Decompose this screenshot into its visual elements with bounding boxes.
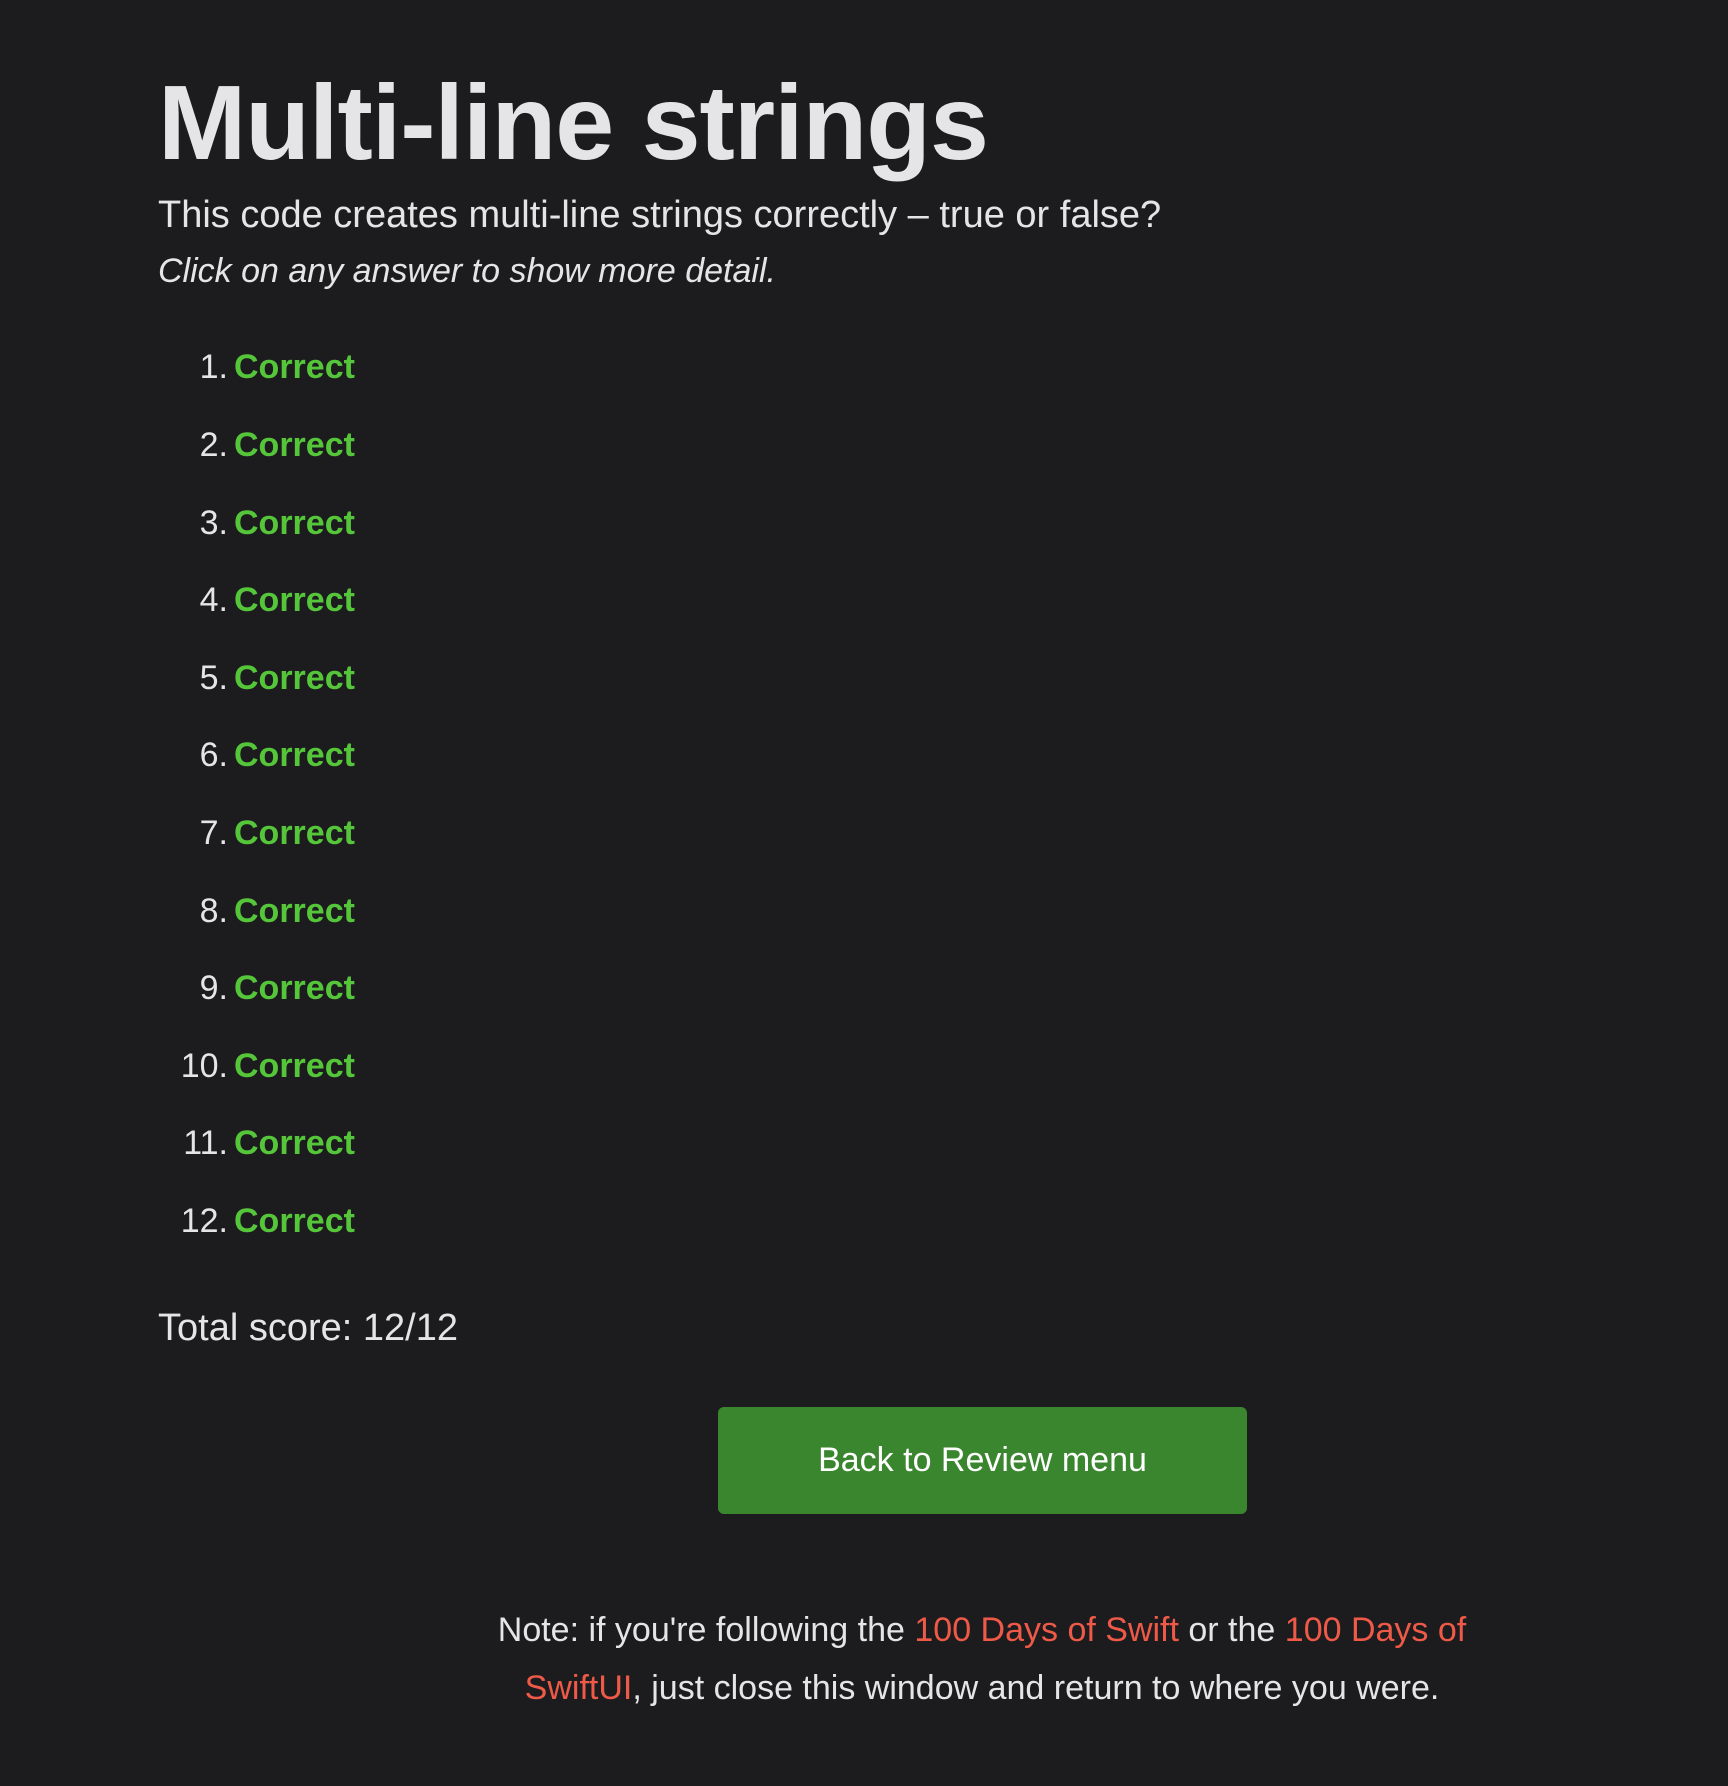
quiz-review-page: Multi-line strings This code creates mul… — [158, 60, 1570, 1356]
note-middle: or the — [1178, 1611, 1285, 1649]
answer-result-link[interactable]: Correct — [234, 581, 355, 620]
answer-result-link[interactable]: Correct — [234, 348, 355, 387]
answer-item: 2. Correct — [158, 407, 1570, 485]
answer-result-link[interactable]: Correct — [234, 892, 355, 931]
answer-number: 4. — [199, 581, 228, 620]
footer-note: Note: if you're following the 100 Days o… — [450, 1601, 1514, 1717]
answer-number: 1. — [199, 348, 228, 387]
answer-item: 6. Correct — [158, 717, 1570, 795]
answer-number: 7. — [199, 814, 228, 853]
note-suffix: , just close this window and return to w… — [632, 1669, 1440, 1707]
answer-result-link[interactable]: Correct — [234, 1202, 355, 1241]
note-prefix: Note: if you're following the — [497, 1611, 915, 1649]
answer-item: 11. Correct — [158, 1105, 1570, 1183]
answer-number: 8. — [199, 891, 228, 930]
answer-number: 6. — [199, 736, 228, 775]
answer-result-link[interactable]: Correct — [234, 504, 355, 543]
answer-result-link[interactable]: Correct — [234, 426, 355, 465]
page-title: Multi-line strings — [158, 64, 989, 182]
answer-item: 4. Correct — [158, 562, 1570, 640]
answer-item: 1. Correct — [158, 329, 1570, 407]
answer-item: 12. Correct — [158, 1183, 1570, 1261]
answer-result-link[interactable]: Correct — [234, 1047, 355, 1086]
answer-number: 3. — [199, 503, 228, 542]
answer-item: 8. Correct — [158, 872, 1570, 950]
answer-result-link[interactable]: Correct — [234, 1124, 355, 1163]
answer-item: 5. Correct — [158, 640, 1570, 718]
answer-result-link[interactable]: Correct — [234, 814, 355, 853]
answer-number: 9. — [199, 969, 228, 1008]
100-days-of-swift-link[interactable]: 100 Days of Swift — [914, 1611, 1179, 1649]
back-button-container: Back to Review menu — [718, 1407, 1247, 1514]
back-to-review-menu-button[interactable]: Back to Review menu — [718, 1407, 1247, 1514]
answer-item: 10. Correct — [158, 1028, 1570, 1106]
total-score: Total score: 12/12 — [158, 1307, 458, 1350]
answer-list: 1. Correct 2. Correct 3. Correct 4. Corr… — [158, 329, 1570, 1260]
answer-result-link[interactable]: Correct — [234, 969, 355, 1008]
answer-item: 3. Correct — [158, 484, 1570, 562]
answer-item: 7. Correct — [158, 795, 1570, 873]
answer-item: 9. Correct — [158, 950, 1570, 1028]
answer-number: 10. — [180, 1046, 228, 1085]
answer-result-link[interactable]: Correct — [234, 736, 355, 775]
answer-number: 11. — [183, 1124, 228, 1163]
answer-result-link[interactable]: Correct — [234, 659, 355, 698]
hint-text: Click on any answer to show more detail. — [158, 252, 776, 291]
question-text: This code creates multi-line strings cor… — [158, 194, 1162, 237]
answer-number: 5. — [199, 658, 228, 697]
answer-number: 2. — [199, 426, 228, 465]
answer-number: 12. — [180, 1202, 228, 1241]
